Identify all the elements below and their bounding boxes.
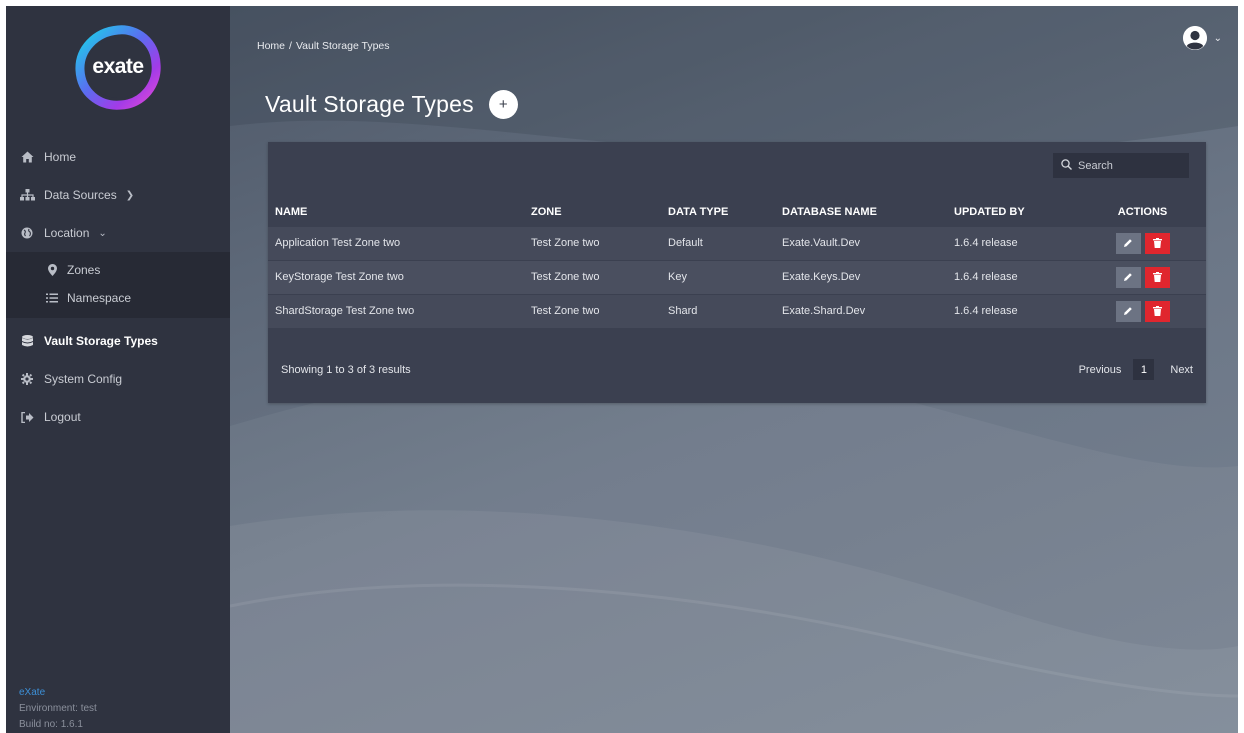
footer-environment: Environment: test <box>19 703 97 714</box>
header-data-type[interactable]: DATA TYPE <box>661 198 775 226</box>
chevron-right-icon: ❯ <box>125 189 135 201</box>
sidebar-item-label: Logout <box>44 410 81 424</box>
pencil-icon <box>1124 273 1132 281</box>
table-row: KeyStorage Test Zone two Test Zone two K… <box>268 260 1206 294</box>
cell-updated-by: 1.6.4 release <box>954 237 1018 249</box>
sidebar-item-logout[interactable]: Logout <box>6 398 230 436</box>
header-updated-by[interactable]: UPDATED BY <box>947 198 1079 226</box>
pencil-icon <box>1124 239 1132 247</box>
cell-data-type: Key <box>668 271 687 283</box>
header-database-name[interactable]: DATABASE NAME <box>775 198 947 226</box>
search-input[interactable] <box>1078 159 1178 172</box>
cell-actions <box>1079 226 1206 260</box>
title-row: Vault Storage Types + <box>265 90 518 119</box>
sidebar-item-data-sources[interactable]: Data Sources ❯ <box>6 176 230 214</box>
chevron-down-icon: ⌄ <box>98 227 107 239</box>
cell-name: ShardStorage Test Zone two <box>275 305 415 318</box>
logout-icon <box>19 411 35 423</box>
trash-icon <box>1152 306 1162 317</box>
location-subnav: Zones Namespace <box>6 252 230 318</box>
cell-actions <box>1079 294 1206 328</box>
delete-button[interactable] <box>1144 232 1170 254</box>
trash-icon <box>1152 238 1162 248</box>
sidebar-nav: Home Data Sources ❯ Location ⌄ <box>6 138 230 252</box>
sidebar-item-label: Zones <box>67 263 101 277</box>
previous-page-button[interactable]: Previous <box>1079 364 1122 376</box>
database-icon <box>19 335 35 347</box>
footer-brand: eXate <box>19 687 46 698</box>
page-number-button[interactable]: 1 <box>1133 359 1155 380</box>
breadcrumb: Home / Vault Storage Types <box>257 40 390 52</box>
sidebar-item-namespace[interactable]: Namespace <box>6 284 230 312</box>
sidebar-item-label: System Config <box>44 372 123 386</box>
breadcrumb-home[interactable]: Home <box>257 40 285 52</box>
search-box[interactable] <box>1053 153 1189 178</box>
add-vault-storage-type-button[interactable]: + <box>488 90 518 119</box>
cell-database-name: Exate.Vault.Dev <box>782 237 861 249</box>
pagination: Previous 1 Next <box>1079 359 1193 380</box>
cell-database-name: Exate.Shard.Dev <box>782 305 866 318</box>
table-footer: Showing 1 to 3 of 3 results Previous 1 N… <box>281 359 1193 380</box>
next-page-button[interactable]: Next <box>1170 364 1193 376</box>
sidebar-item-label: Data Sources <box>44 188 117 202</box>
search-icon <box>1061 158 1072 173</box>
list-icon <box>45 293 59 303</box>
sidebar-item-zones[interactable]: Zones <box>6 256 230 284</box>
vault-storage-types-table: NAME ZONE DATA TYPE DATABASE NAME UPDATE… <box>268 198 1206 328</box>
trash-icon <box>1152 272 1162 282</box>
table-header-row: NAME ZONE DATA TYPE DATABASE NAME UPDATE… <box>268 198 1206 226</box>
sidebar-nav-lower: Vault Storage Types System Config Logout <box>6 322 230 436</box>
sidebar-item-location[interactable]: Location ⌄ <box>6 214 230 252</box>
sidebar-item-label: Location <box>44 226 90 240</box>
cell-name: Application Test Zone two <box>275 237 401 249</box>
page-title: Vault Storage Types <box>265 91 474 117</box>
header-actions: ACTIONS <box>1117 205 1168 218</box>
logo-text: exate <box>92 55 144 78</box>
sidebar-item-home[interactable]: Home <box>6 138 230 176</box>
edit-button[interactable] <box>1115 266 1141 288</box>
sidebar: exate Home Data Sources ❯ Location ⌄ Zon… <box>6 6 230 733</box>
sidebar-item-label: Vault Storage Types <box>44 334 158 348</box>
cell-database-name: Exate.Keys.Dev <box>782 271 861 283</box>
user-avatar-icon <box>1182 26 1207 50</box>
footer-build: Build no: 1.6.1 <box>19 719 83 730</box>
table-row: ShardStorage Test Zone two Test Zone two… <box>268 294 1206 328</box>
sidebar-item-label: Home <box>44 150 77 164</box>
chevron-down-icon: ⌄ <box>1213 32 1222 44</box>
sidebar-item-system-config[interactable]: System Config <box>6 360 230 398</box>
gear-icon <box>19 373 35 385</box>
header-zone[interactable]: ZONE <box>524 198 661 226</box>
cell-zone: Test Zone two <box>531 305 600 318</box>
breadcrumb-separator: / <box>289 40 292 52</box>
header-name[interactable]: NAME <box>268 198 524 226</box>
cell-data-type: Shard <box>668 305 698 318</box>
sidebar-item-label: Namespace <box>67 291 132 305</box>
cell-updated-by: 1.6.4 release <box>954 271 1018 283</box>
vault-storage-table-panel: NAME ZONE DATA TYPE DATABASE NAME UPDATE… <box>268 142 1206 403</box>
sitemap-icon <box>19 189 35 201</box>
cell-zone: Test Zone two <box>531 271 600 283</box>
cell-data-type: Default <box>668 237 703 249</box>
logo-area: exate <box>6 6 230 128</box>
main-content: Home / Vault Storage Types ⌄ Vault Storage… <box>230 6 1238 733</box>
delete-button[interactable] <box>1144 300 1170 322</box>
exate-logo[interactable]: exate <box>75 24 161 110</box>
map-pin-icon <box>45 264 59 276</box>
edit-button[interactable] <box>1115 300 1141 322</box>
user-menu[interactable]: ⌄ <box>1182 26 1222 50</box>
globe-icon <box>19 227 35 239</box>
edit-button[interactable] <box>1115 232 1141 254</box>
delete-button[interactable] <box>1144 266 1170 288</box>
sidebar-footer: eXate Environment: test Build no: 1.6.1 <box>19 685 97 733</box>
home-icon <box>19 151 35 163</box>
cell-actions <box>1079 260 1206 294</box>
cell-zone: Test Zone two <box>531 237 600 249</box>
breadcrumb-current: Vault Storage Types <box>295 40 390 52</box>
table-row: Application Test Zone two Test Zone two … <box>268 226 1206 260</box>
cell-updated-by: 1.6.4 release <box>954 305 1018 318</box>
sidebar-item-vault-storage-types[interactable]: Vault Storage Types <box>6 322 230 360</box>
pencil-icon <box>1124 307 1132 316</box>
results-summary: Showing 1 to 3 of 3 results <box>281 363 411 376</box>
cell-name: KeyStorage Test Zone two <box>275 271 404 283</box>
